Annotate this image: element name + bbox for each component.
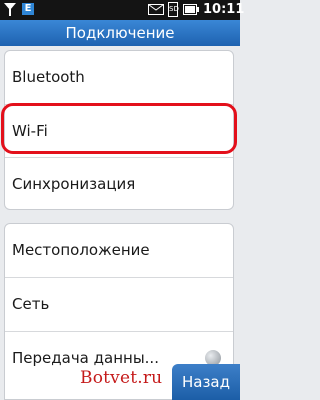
network-type-badge: E [22, 3, 34, 15]
menu-item-sync[interactable]: Синхронизация [5, 158, 233, 211]
menu-item-location[interactable]: Местоположение [5, 224, 233, 277]
page-title: Подключение [0, 20, 240, 46]
signal-icon [4, 3, 16, 16]
menu-item-bluetooth[interactable]: Bluetooth [5, 51, 233, 104]
mail-icon [148, 4, 164, 15]
back-button[interactable]: Назад [172, 364, 240, 400]
battery-icon [183, 4, 199, 15]
menu-item-network[interactable]: Сеть [5, 278, 233, 331]
watermark: Botvet.ru [80, 368, 163, 388]
sd-card-icon: SD [168, 2, 179, 17]
wifi-highlight-frame [1, 103, 237, 154]
status-bar: E SD 10:11 [0, 0, 244, 20]
clock: 10:11 [203, 2, 245, 17]
data-transfer-label: Передача данны... [12, 349, 159, 367]
